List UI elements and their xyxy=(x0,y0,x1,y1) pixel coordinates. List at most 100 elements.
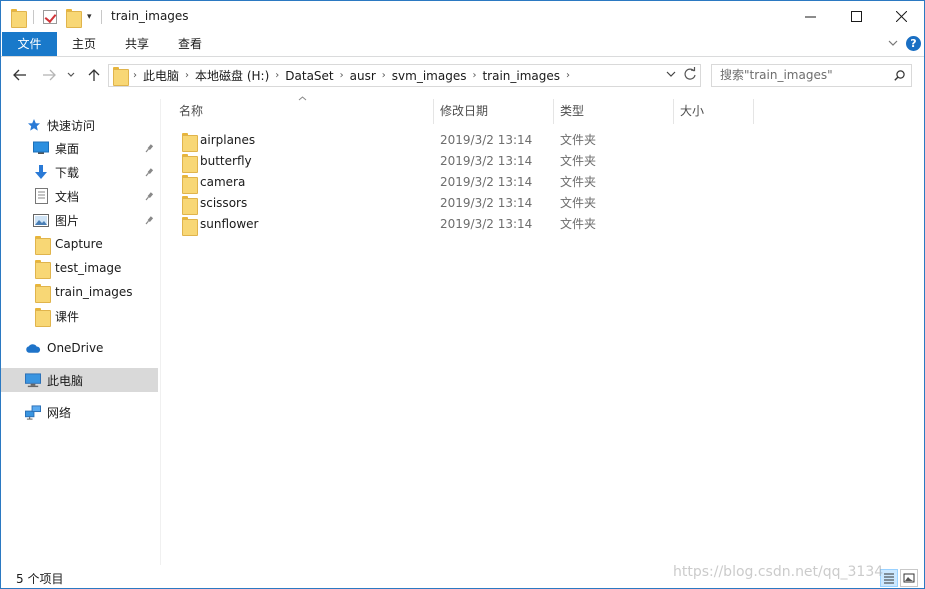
file-name: airplanes xyxy=(200,133,256,147)
sidebar-item-onedrive[interactable]: OneDrive xyxy=(1,336,158,360)
sidebar-item-label: 文档 xyxy=(55,189,80,204)
sidebar-item-pictures[interactable]: 图片 xyxy=(1,208,158,232)
search-input[interactable]: 搜索"train_images" xyxy=(711,64,912,87)
column-header-size[interactable]: 大小 xyxy=(680,99,704,124)
sidebar-item-courseware[interactable]: 课件 xyxy=(1,304,158,328)
sidebar-item-downloads[interactable]: 下载 xyxy=(1,160,158,184)
breadcrumb-this-pc[interactable]: 此电脑 xyxy=(143,67,179,84)
tab-view[interactable]: 查看 xyxy=(166,32,214,56)
breadcrumb-chevron-icon[interactable]: › xyxy=(275,70,279,81)
file-name: scissors xyxy=(200,196,248,210)
picture-icon xyxy=(33,212,49,228)
toolbar-separator xyxy=(101,8,102,26)
column-divider[interactable] xyxy=(753,99,754,124)
file-row-butterfly[interactable]: butterfly 2019/3/2 13:14 文件夹 xyxy=(176,151,626,173)
window-folder-icon xyxy=(11,8,27,28)
sidebar-item-label: 此电脑 xyxy=(47,373,84,388)
network-icon xyxy=(25,404,41,420)
up-button[interactable] xyxy=(85,66,103,84)
customize-toolbar-chevron-icon[interactable]: ▾ xyxy=(87,8,92,26)
file-row-camera[interactable]: camera 2019/3/2 13:14 文件夹 xyxy=(176,172,626,194)
properties-icon[interactable] xyxy=(43,8,57,26)
back-button[interactable] xyxy=(11,66,29,84)
expand-ribbon-chevron-icon[interactable] xyxy=(888,38,898,48)
folder-icon xyxy=(34,307,51,327)
breadcrumb-chevron-icon[interactable]: › xyxy=(133,70,137,81)
sidebar-item-train-images[interactable]: train_images xyxy=(1,280,158,304)
column-divider[interactable] xyxy=(673,99,674,124)
maximize-button[interactable] xyxy=(833,1,879,31)
sidebar-item-desktop[interactable]: 桌面 xyxy=(1,136,158,160)
minimize-button[interactable] xyxy=(787,1,833,31)
maximize-icon xyxy=(850,10,862,22)
file-date: 2019/3/2 13:14 xyxy=(440,217,533,231)
sidebar-item-quick-access[interactable]: 快速访问 xyxy=(1,113,158,137)
folder-icon xyxy=(34,259,51,279)
column-header-date[interactable]: 修改日期 xyxy=(440,99,488,124)
folder-icon xyxy=(182,133,198,152)
breadcrumb-svm-images[interactable]: svm_images xyxy=(392,69,467,83)
folder-icon xyxy=(182,175,198,194)
breadcrumb-chevron-icon[interactable]: › xyxy=(340,70,344,81)
refresh-icon xyxy=(684,67,696,80)
help-button[interactable]: ? xyxy=(906,36,921,51)
column-header-type[interactable]: 类型 xyxy=(560,99,584,124)
sidebar-item-label: 下载 xyxy=(55,165,80,180)
pin-icon xyxy=(144,215,154,225)
sidebar-item-documents[interactable]: 文档 xyxy=(1,184,158,208)
tab-file[interactable]: 文件 xyxy=(2,32,57,56)
sidebar-item-test-image[interactable]: test_image xyxy=(1,256,158,280)
breadcrumb-dataset[interactable]: DataSet xyxy=(285,69,333,83)
file-name: camera xyxy=(200,175,246,189)
computer-icon xyxy=(25,372,41,388)
column-divider[interactable] xyxy=(553,99,554,124)
column-divider[interactable] xyxy=(433,99,434,124)
new-folder-icon[interactable] xyxy=(66,8,82,28)
tab-home[interactable]: 主页 xyxy=(60,32,108,56)
up-arrow-icon xyxy=(88,69,100,81)
file-type: 文件夹 xyxy=(560,133,597,147)
sidebar-item-label: 课件 xyxy=(55,309,80,324)
window-title: train_images xyxy=(111,9,189,23)
pane-divider[interactable] xyxy=(160,99,161,565)
close-button[interactable] xyxy=(878,1,924,31)
sidebar-item-capture[interactable]: Capture xyxy=(1,232,158,256)
details-view-icon xyxy=(884,573,894,584)
sidebar-item-label: 图片 xyxy=(55,213,80,228)
sidebar-item-this-pc[interactable]: 此电脑 xyxy=(1,368,158,392)
breadcrumb-chevron-icon[interactable]: › xyxy=(472,70,476,81)
breadcrumb-drive-h[interactable]: 本地磁盘 (H:) xyxy=(195,67,269,84)
tab-share[interactable]: 共享 xyxy=(113,32,161,56)
sidebar-item-label: 网络 xyxy=(47,405,72,420)
breadcrumb-train-images[interactable]: train_images xyxy=(482,69,560,83)
sidebar-item-label: OneDrive xyxy=(47,341,104,355)
file-date: 2019/3/2 13:14 xyxy=(440,196,533,210)
item-count: 5 个项目 xyxy=(16,572,64,586)
sidebar-item-network[interactable]: 网络 xyxy=(1,400,158,424)
large-icons-view-icon xyxy=(903,573,915,583)
file-type: 文件夹 xyxy=(560,175,597,189)
download-icon xyxy=(33,164,49,180)
large-icons-view-button[interactable] xyxy=(900,569,918,587)
breadcrumb-chevron-icon[interactable]: › xyxy=(382,70,386,81)
pin-icon xyxy=(144,167,154,177)
navigation-pane: 快速访问 桌面 下载 文档 图片 Capture test_image trai… xyxy=(1,99,159,562)
address-bar[interactable]: › 此电脑 › 本地磁盘 (H:) › DataSet › ausr › svm… xyxy=(108,64,701,87)
desktop-icon xyxy=(33,140,49,156)
file-row-sunflower[interactable]: sunflower 2019/3/2 13:14 文件夹 xyxy=(176,214,626,236)
file-row-scissors[interactable]: scissors 2019/3/2 13:14 文件夹 xyxy=(176,193,626,215)
breadcrumb-chevron-icon[interactable]: › xyxy=(185,70,189,81)
breadcrumb-chevron-icon[interactable]: › xyxy=(566,70,570,81)
pin-icon xyxy=(144,143,154,153)
column-header-name[interactable]: 名称 xyxy=(179,99,203,124)
star-icon xyxy=(26,117,42,133)
address-dropdown-icon[interactable] xyxy=(666,69,676,80)
forward-button[interactable] xyxy=(40,66,58,84)
file-row-airplanes[interactable]: airplanes 2019/3/2 13:14 文件夹 xyxy=(176,130,626,152)
breadcrumb-ausr[interactable]: ausr xyxy=(350,69,376,83)
folder-icon xyxy=(34,235,51,255)
search-icon[interactable] xyxy=(894,70,905,81)
file-date: 2019/3/2 13:14 xyxy=(440,133,533,147)
recent-locations-button[interactable] xyxy=(65,66,77,84)
refresh-button[interactable] xyxy=(683,67,697,85)
